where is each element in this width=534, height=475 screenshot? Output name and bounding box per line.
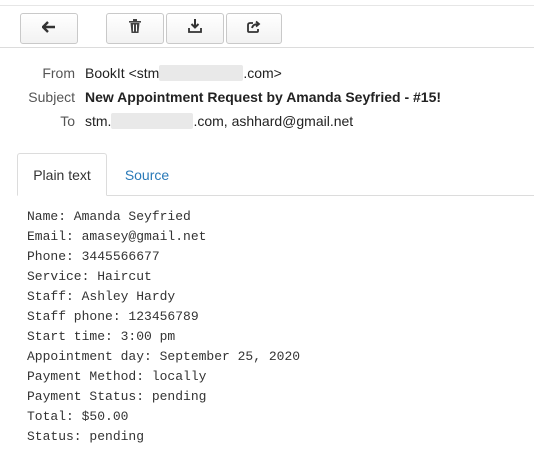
from-value[interactable]: BookIt <stm .com>: [85, 64, 282, 81]
download-icon: [188, 19, 202, 38]
download-button[interactable]: [166, 13, 224, 44]
body-line: Payment Method: locally: [27, 369, 207, 384]
body-line: Staff phone: 123456789: [27, 309, 199, 324]
to-value-suffix: .com, ashhard@gmail.net: [193, 113, 354, 129]
from-value-prefix: BookIt <stm: [85, 65, 160, 81]
body-line: Email: amasey@gmail.net: [27, 229, 207, 244]
message-toolbar: [20, 13, 534, 46]
tab-plain-text[interactable]: Plain text: [17, 153, 107, 196]
body-line: Payment Status: pending: [27, 389, 207, 404]
trash-icon: [129, 19, 141, 38]
subject-row: Subject New Appointment Request by Amand…: [0, 89, 534, 109]
body-line: Name: Amanda Seyfried: [27, 209, 191, 224]
back-arrow-icon: [41, 20, 56, 38]
body-line: Appointment day: September 25, 2020: [27, 349, 301, 364]
to-label: To: [60, 113, 75, 129]
body-line: Status: pending: [27, 429, 145, 444]
forward-share-icon: [247, 20, 261, 38]
toolbar-divider: [0, 47, 534, 48]
body-line: Start time: 3:00 pm: [27, 329, 176, 344]
from-label: From: [42, 65, 75, 81]
body-line: Staff: Ashley Hardy: [27, 289, 176, 304]
message-body: Name: Amanda Seyfried Email: amasey@gmail…: [27, 207, 527, 447]
redacted-block: [111, 112, 194, 129]
body-line: Service: Haircut: [27, 269, 152, 284]
delete-button[interactable]: [106, 13, 164, 44]
top-border: [0, 0, 534, 6]
to-value-prefix: stm.: [85, 113, 112, 129]
subject-label: Subject: [28, 89, 75, 105]
tab-source[interactable]: Source: [115, 153, 179, 196]
from-value-suffix: .com>: [243, 65, 282, 81]
to-value[interactable]: stm. .com, ashhard@gmail.net: [85, 112, 354, 129]
from-row: From BookIt <stm .com>: [0, 64, 534, 85]
to-row: To stm. .com, ashhard@gmail.net: [0, 112, 534, 133]
body-line: Phone: 3445566677: [27, 249, 160, 264]
back-button[interactable]: [20, 13, 78, 44]
body-line: Total: $50.00: [27, 409, 129, 424]
subject-value: New Appointment Request by Amanda Seyfri…: [85, 89, 442, 105]
redacted-block: [159, 64, 244, 81]
view-tabs: Plain text Source: [17, 153, 534, 197]
forward-button[interactable]: [226, 13, 282, 44]
